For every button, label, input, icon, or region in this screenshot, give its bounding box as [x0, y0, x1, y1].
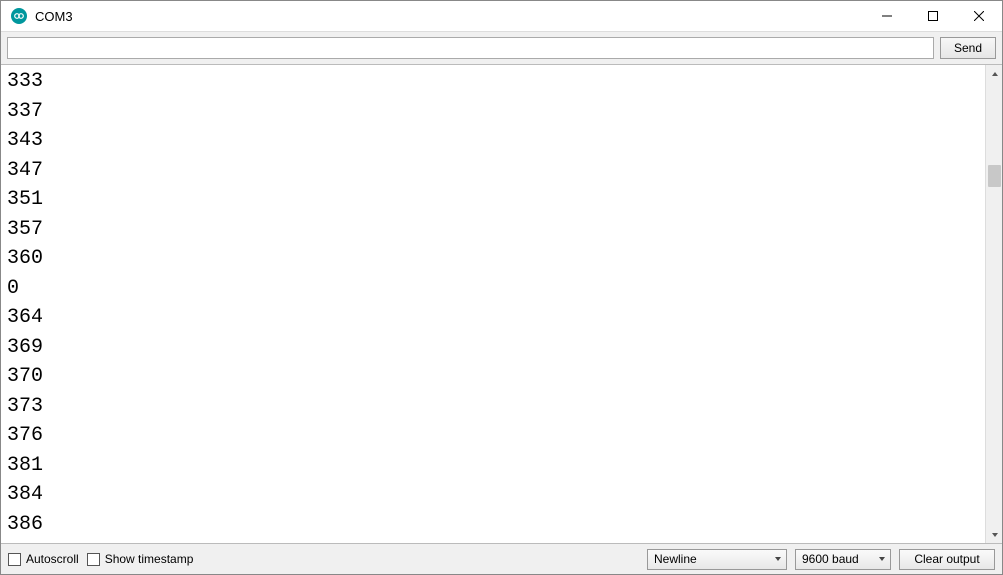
- chevron-down-icon: [878, 555, 886, 563]
- minimize-button[interactable]: [864, 1, 910, 31]
- chevron-down-icon: [774, 555, 782, 563]
- arduino-icon: [11, 8, 27, 24]
- autoscroll-label: Autoscroll: [26, 552, 79, 566]
- baud-rate-value: 9600 baud: [802, 552, 859, 566]
- send-row: Send: [1, 32, 1002, 65]
- checkbox-icon: [87, 553, 100, 566]
- timestamp-checkbox[interactable]: Show timestamp: [87, 552, 194, 566]
- send-button[interactable]: Send: [940, 37, 996, 59]
- output-area: 333 337 343 347 351 357 360 0 364 369 37…: [1, 65, 1002, 544]
- maximize-button[interactable]: [910, 1, 956, 31]
- scroll-up-arrow-icon[interactable]: [986, 65, 1002, 82]
- statusbar: Autoscroll Show timestamp Newline 9600 b…: [1, 544, 1002, 574]
- checkbox-icon: [8, 553, 21, 566]
- serial-input[interactable]: [7, 37, 934, 59]
- close-button[interactable]: [956, 1, 1002, 31]
- line-ending-select[interactable]: Newline: [647, 549, 787, 570]
- scroll-thumb[interactable]: [988, 165, 1001, 187]
- titlebar[interactable]: COM3: [1, 1, 1002, 32]
- autoscroll-checkbox[interactable]: Autoscroll: [8, 552, 79, 566]
- clear-output-button[interactable]: Clear output: [899, 549, 995, 570]
- vertical-scrollbar[interactable]: [985, 65, 1002, 543]
- baud-rate-select[interactable]: 9600 baud: [795, 549, 891, 570]
- line-ending-value: Newline: [654, 552, 697, 566]
- serial-output: 333 337 343 347 351 357 360 0 364 369 37…: [1, 65, 985, 543]
- scroll-down-arrow-icon[interactable]: [986, 526, 1002, 543]
- serial-monitor-window: COM3 Send 333 337 343 347 351 357 360 0 …: [0, 0, 1003, 575]
- window-title: COM3: [35, 9, 864, 24]
- timestamp-label: Show timestamp: [105, 552, 194, 566]
- window-controls: [864, 1, 1002, 31]
